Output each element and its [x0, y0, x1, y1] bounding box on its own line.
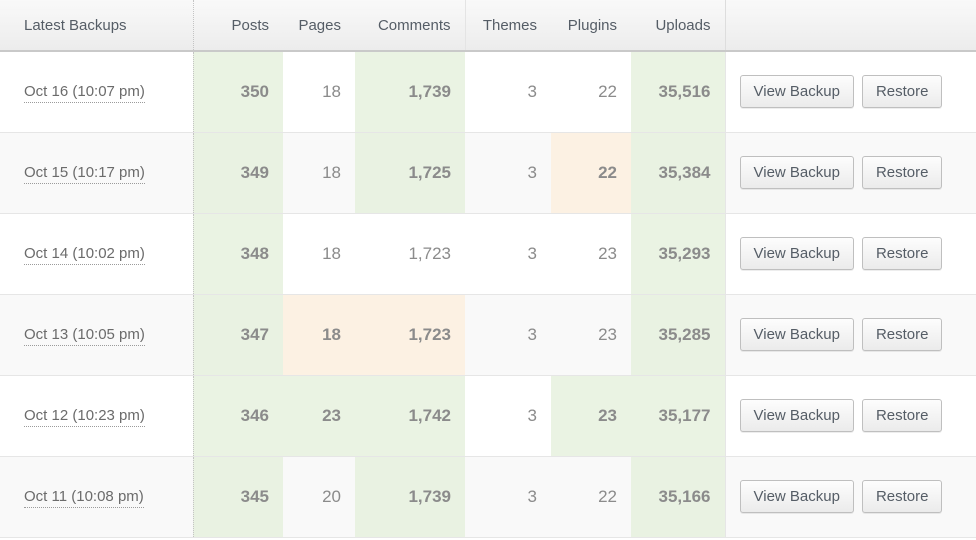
- column-header-themes: Themes: [464, 0, 551, 52]
- view-backup-button[interactable]: View Backup: [739, 237, 854, 270]
- cell-themes: 3: [465, 51, 551, 133]
- cell-comments: 1,739: [355, 456, 465, 538]
- cell-posts: 349: [193, 132, 283, 214]
- cell-comments: 1,723: [355, 294, 465, 376]
- cell-plugins: 22: [551, 51, 631, 133]
- backup-date-cell: Oct 14 (10:02 pm): [0, 213, 194, 295]
- column-header-plugins: Plugins: [551, 0, 631, 52]
- cell-themes: 3: [465, 294, 551, 376]
- cell-actions: View Backup Restore: [724, 294, 976, 376]
- cell-comments: 1,723: [355, 213, 465, 295]
- cell-actions: View Backup Restore: [724, 213, 976, 295]
- cell-posts: 345: [193, 456, 283, 538]
- cell-posts: 348: [193, 213, 283, 295]
- cell-posts: 346: [193, 375, 283, 457]
- restore-button[interactable]: Restore: [861, 75, 943, 109]
- view-backup-button[interactable]: View Backup: [739, 399, 854, 432]
- cell-uploads: 35,177: [631, 375, 725, 457]
- restore-button[interactable]: Restore: [861, 399, 943, 432]
- cell-comments: 1,725: [355, 132, 465, 214]
- cell-themes: 3: [465, 375, 551, 457]
- cell-pages: 23: [283, 375, 355, 457]
- backup-date-cell: Oct 11 (10:08 pm): [0, 456, 194, 538]
- cell-plugins: 22: [551, 132, 631, 214]
- cell-posts: 350: [193, 51, 283, 133]
- table-row: Oct 12 (10:23 pm) 346 23 1,742 3 23 35,177 View…: [0, 375, 976, 457]
- table-header-row: Latest Backups Posts Pages Comments Them…: [0, 0, 976, 52]
- restore-button[interactable]: Restore: [861, 318, 943, 351]
- backup-date-link[interactable]: Oct 14 (10:02 pm): [24, 245, 145, 265]
- cell-actions: View Backup Restore: [724, 132, 976, 214]
- table-row: Oct 13 (10:05 pm) 347 18 1,723 3 23 35,285 View…: [0, 294, 976, 376]
- view-backup-button[interactable]: View Backup: [739, 318, 854, 351]
- cell-pages: 18: [283, 132, 355, 214]
- cell-uploads: 35,285: [631, 294, 725, 376]
- latest-backups-table: Latest Backups Posts Pages Comments Them…: [0, 0, 976, 538]
- cell-uploads: 35,293: [631, 213, 725, 295]
- table-row: Oct 11 (10:08 pm) 345 20 1,739 3 22 35,166 View…: [0, 456, 976, 538]
- restore-button[interactable]: Restore: [861, 480, 943, 513]
- cell-pages: 18: [283, 213, 355, 295]
- backup-date-cell: Oct 12 (10:23 pm): [0, 375, 194, 457]
- backup-date-link[interactable]: Oct 13 (10:05 pm): [24, 326, 145, 346]
- cell-plugins: 23: [551, 213, 631, 295]
- cell-pages: 20: [283, 456, 355, 538]
- cell-comments: 1,739: [355, 51, 465, 133]
- cell-themes: 3: [465, 132, 551, 214]
- restore-button[interactable]: Restore: [861, 237, 943, 270]
- restore-button[interactable]: Restore: [861, 156, 943, 189]
- column-header-uploads: Uploads: [631, 0, 725, 52]
- backup-date-cell: Oct 16 (10:07 pm): [0, 51, 194, 133]
- cell-themes: 3: [465, 456, 551, 538]
- cell-comments: 1,742: [355, 375, 465, 457]
- cell-uploads: 35,516: [631, 51, 725, 133]
- cell-pages: 18: [283, 294, 355, 376]
- cell-posts: 347: [193, 294, 283, 376]
- view-backup-button[interactable]: View Backup: [739, 156, 854, 189]
- table-row: Oct 16 (10:07 pm) 350 18 1,739 3 22 35,516 View…: [0, 51, 976, 133]
- table-row: Oct 14 (10:02 pm) 348 18 1,723 3 23 35,293 View…: [0, 213, 976, 295]
- column-header-posts: Posts: [193, 0, 283, 52]
- cell-plugins: 23: [551, 375, 631, 457]
- cell-uploads: 35,384: [631, 132, 725, 214]
- cell-actions: View Backup Restore: [724, 375, 976, 457]
- table-row: Oct 15 (10:17 pm) 349 18 1,725 3 22 35,384 View…: [0, 132, 976, 214]
- table-header: Latest Backups Posts Pages Comments Them…: [0, 0, 976, 52]
- backup-date-cell: Oct 13 (10:05 pm): [0, 294, 194, 376]
- column-header-pages: Pages: [283, 0, 355, 52]
- cell-actions: View Backup Restore: [724, 456, 976, 538]
- backup-date-link[interactable]: Oct 12 (10:23 pm): [24, 407, 145, 427]
- view-backup-button[interactable]: View Backup: [739, 75, 854, 109]
- column-header-comments: Comments: [355, 0, 465, 52]
- column-header-actions: [724, 0, 976, 52]
- backup-date-link[interactable]: Oct 11 (10:08 pm): [24, 488, 144, 508]
- cell-pages: 18: [283, 51, 355, 133]
- backup-date-link[interactable]: Oct 16 (10:07 pm): [24, 83, 145, 104]
- backup-date-link[interactable]: Oct 15 (10:17 pm): [24, 164, 145, 184]
- column-header-date: Latest Backups: [0, 0, 194, 52]
- cell-actions: View Backup Restore: [724, 51, 976, 133]
- table-body: Oct 16 (10:07 pm) 350 18 1,739 3 22 35,516 View…: [0, 51, 976, 538]
- cell-plugins: 23: [551, 294, 631, 376]
- backup-date-cell: Oct 15 (10:17 pm): [0, 132, 194, 214]
- cell-plugins: 22: [551, 456, 631, 538]
- view-backup-button[interactable]: View Backup: [739, 480, 854, 513]
- cell-uploads: 35,166: [631, 456, 725, 538]
- cell-themes: 3: [465, 213, 551, 295]
